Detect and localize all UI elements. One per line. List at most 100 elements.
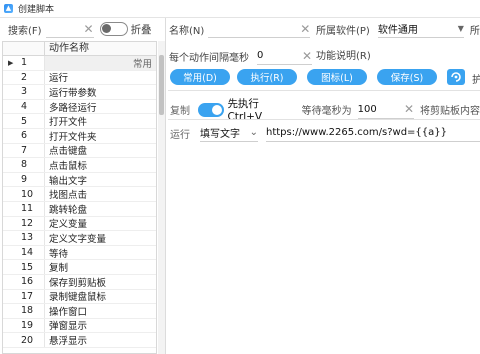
table-row[interactable]: 9 输出文字 [3, 172, 156, 188]
row-index: 12 [3, 216, 45, 231]
row-index-text: 13 [21, 232, 34, 244]
action-name-text: 多路径运行 [49, 102, 97, 114]
row-index: 20 [3, 333, 45, 347]
table-row[interactable]: 3 运行带参数 [3, 85, 156, 100]
row-index: 11 [3, 201, 45, 216]
table-row[interactable]: ▶ 1 常用 [3, 56, 156, 71]
action-name-cell[interactable]: 定义文字变量 [45, 231, 156, 245]
search-label: 搜索(F) [8, 25, 42, 37]
action-name-cell[interactable]: 复制 [45, 260, 156, 274]
action-name-text: 点击键盘 [49, 146, 88, 158]
row-index-text: 17 [21, 290, 34, 302]
clear-wait-icon[interactable]: ✕ [404, 103, 414, 115]
table-row[interactable]: 7 点击键盘 [3, 143, 156, 159]
action-name-text: 打开文件 [49, 117, 88, 129]
action-name-cell[interactable]: 定义变量 [45, 217, 156, 231]
row-index-text: 4 [21, 101, 28, 113]
run-mode-select[interactable]: 填写文字 ⌄ [200, 124, 258, 142]
action-name-cell[interactable]: 录制键盘鼠标 [45, 290, 156, 303]
software-select[interactable]: 软件通用 ▼ [377, 20, 464, 38]
pre-exec-toggle[interactable] [198, 102, 225, 117]
execute-button[interactable]: 执行(R) [237, 69, 297, 85]
grid-scrollbar[interactable] [158, 41, 165, 354]
action-name-cell[interactable]: 保存到剪贴板 [45, 275, 156, 289]
chevron-down-icon: ▼ [457, 24, 464, 33]
row-index: 19 [3, 318, 45, 333]
row-index: 9 [3, 172, 45, 187]
copy-label: 复制 [170, 106, 190, 117]
wait-input[interactable]: 100 ✕ [357, 101, 415, 119]
table-row[interactable]: 20 悬浮显示 [3, 333, 156, 348]
table-row[interactable]: 10 找图点击 [3, 187, 156, 202]
row-index: 16 [3, 274, 45, 289]
action-name-text: 打开文件夹 [49, 131, 97, 143]
table-row[interactable]: 18 操作窗口 [3, 304, 156, 319]
action-name-cell[interactable]: 点击键盘 [45, 144, 156, 158]
table-row[interactable]: 11 跳转轮盘 [3, 201, 156, 217]
clear-interval-icon[interactable]: ✕ [302, 50, 312, 62]
table-row[interactable]: 19 弹窗显示 [3, 318, 156, 334]
row-index-text: 11 [21, 203, 34, 215]
cut-label: 所 [469, 25, 480, 37]
action-name-text: 悬浮显示 [49, 336, 88, 348]
action-name-cell[interactable]: 弹窗显示 [45, 319, 156, 332]
action-name-cell[interactable]: 运行 [45, 71, 156, 84]
table-row[interactable]: 5 打开文件 [3, 114, 156, 129]
table-row[interactable]: 4 多路径运行 [3, 99, 156, 115]
column-header-action-name[interactable]: 动作名称 [45, 42, 156, 55]
clear-search-icon[interactable]: ✕ [84, 23, 94, 35]
action-name-cell[interactable]: 操作窗口 [45, 304, 156, 318]
search-input[interactable]: ✕ [45, 20, 94, 38]
run-text-input[interactable]: https://www.2265.com/s?wd={{a}} [266, 124, 480, 142]
row-index: ▶ 1 [3, 56, 45, 70]
clear-name-icon[interactable]: ✕ [300, 23, 310, 35]
action-name-cell[interactable]: 多路径运行 [45, 100, 156, 114]
scroll-thumb[interactable] [159, 55, 164, 115]
table-row[interactable]: 14 等待 [3, 245, 156, 261]
action-name-cell[interactable]: 打开文件夹 [45, 129, 156, 143]
action-name-cell[interactable]: 点击鼠标 [45, 158, 156, 172]
category-label: 常用 [132, 58, 152, 70]
grid-corner [3, 42, 45, 55]
action-name-cell[interactable]: 输出文字 [45, 173, 156, 187]
row-index-text: 3 [21, 86, 28, 98]
action-name-cell[interactable]: 悬浮显示 [45, 333, 156, 347]
table-row[interactable]: 17 录制键盘鼠标 [3, 289, 156, 305]
row-index: 4 [3, 99, 45, 114]
grid-header: 动作名称 [3, 42, 156, 56]
software-label: 所属软件(P) [316, 25, 370, 37]
settings-toggle-icon[interactable] [447, 69, 465, 85]
action-name-text: 定义变量 [49, 219, 88, 231]
action-name-cell[interactable]: 打开文件 [45, 114, 156, 128]
table-row[interactable]: 15 复制 [3, 260, 156, 275]
action-name-text: 点击鼠标 [49, 160, 88, 172]
action-name-cell[interactable]: 找图点击 [45, 187, 156, 201]
table-row[interactable]: 2 运行 [3, 70, 156, 86]
action-name-cell[interactable]: 运行带参数 [45, 85, 156, 99]
table-row[interactable]: 12 定义变量 [3, 216, 156, 232]
table-row[interactable]: 6 打开文件夹 [3, 128, 156, 144]
software-value: 软件通用 [377, 25, 418, 36]
table-row[interactable]: 13 定义文字变量 [3, 231, 156, 246]
action-name-cell[interactable]: 等待 [45, 246, 156, 260]
action-name-text: 找图点击 [49, 190, 88, 202]
description-label: 功能说明(R) [316, 51, 371, 62]
interval-label: 每个动作间隔毫秒 [169, 52, 249, 64]
fold-toggle[interactable] [99, 22, 128, 36]
action-name-text: 等待 [49, 248, 69, 260]
icon-button[interactable]: 图标(L) [307, 69, 367, 85]
table-row[interactable]: 16 保存到剪贴板 [3, 274, 156, 290]
interval-input[interactable]: 0 ✕ [257, 47, 312, 65]
action-name-cell[interactable]: 常用 [45, 56, 156, 70]
table-row[interactable]: 8 点击鼠标 [3, 158, 156, 173]
name-input[interactable]: ✕ [208, 20, 311, 38]
action-name-cell[interactable]: 跳转轮盘 [45, 202, 156, 216]
common-button[interactable]: 常用(D) [170, 69, 230, 85]
row-index-text: 5 [21, 115, 28, 127]
name-row: 名称(N) ✕ [169, 20, 311, 38]
row-pointer-icon: ▶ [8, 58, 14, 67]
row-index-text: 6 [21, 130, 28, 142]
window-title: 创建脚本 [18, 5, 55, 15]
action-name-text: 保存到剪贴板 [49, 277, 107, 289]
save-button[interactable]: 保存(S) [377, 69, 437, 85]
